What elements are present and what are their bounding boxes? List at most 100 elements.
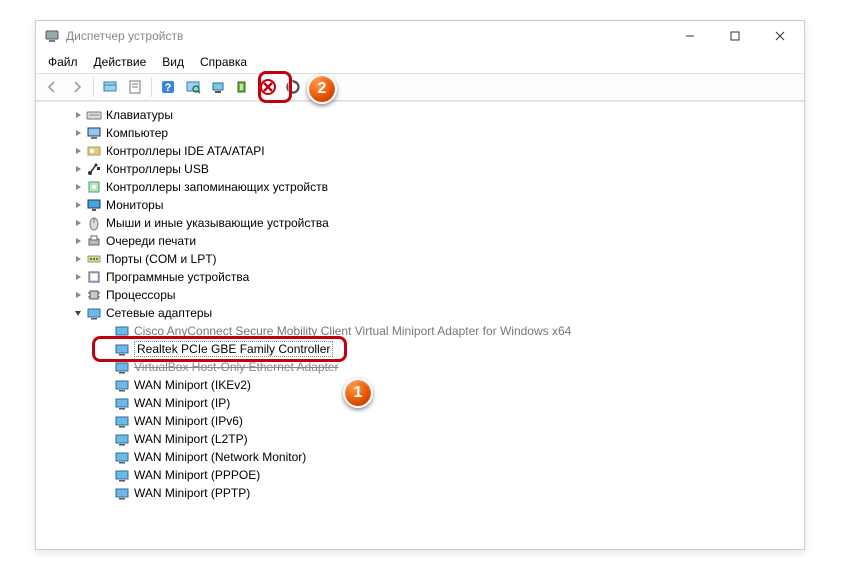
menu-file[interactable]: Файл (40, 53, 86, 71)
mouse-icon (86, 215, 102, 231)
category-label: Процессоры (106, 288, 176, 302)
device-label: VirtualBox Host-Only Ethernet Adapter (134, 360, 339, 374)
cpu-icon (86, 287, 102, 303)
device-row[interactable]: Realtek PCIe GBE Family Controller (36, 340, 804, 358)
category-row[interactable]: Программные устройства (36, 268, 804, 286)
category-row[interactable]: Компьютер (36, 124, 804, 142)
device-label: Cisco AnyConnect Secure Mobility Client … (134, 324, 571, 338)
uninstall-device-button[interactable] (231, 75, 255, 99)
device-label: WAN Miniport (IP) (134, 396, 230, 410)
network-adapter-icon (114, 395, 130, 411)
category-label: Контроллеры USB (106, 162, 209, 176)
category-label: Мыши и иные указывающие устройства (106, 216, 329, 230)
category-row[interactable]: Клавиатуры (36, 106, 804, 124)
help-button[interactable]: ? (156, 75, 180, 99)
toolbar-separator (151, 77, 152, 97)
printer-icon (86, 233, 102, 249)
computer-icon (86, 125, 102, 141)
forward-button[interactable] (65, 75, 89, 99)
network-adapter-icon (114, 485, 130, 501)
device-row[interactable]: WAN Miniport (L2TP) (36, 430, 804, 448)
category-row[interactable]: Сетевые адаптеры (36, 304, 804, 322)
port-icon (86, 251, 102, 267)
content-area: Клавиатуры Компьютер Контроллеры IDE ATA… (36, 101, 804, 549)
network-adapter-icon (114, 467, 130, 483)
toolbar: ? (36, 73, 804, 101)
expand-arrow-icon[interactable] (72, 289, 84, 301)
category-row[interactable]: Контроллеры IDE ATA/ATAPI (36, 142, 804, 160)
expand-arrow-icon[interactable] (72, 109, 84, 121)
enable-device-button[interactable] (281, 75, 305, 99)
device-row[interactable]: WAN Miniport (PPPOE) (36, 466, 804, 484)
category-row[interactable]: Контроллеры запоминающих устройств (36, 178, 804, 196)
device-label: WAN Miniport (L2TP) (134, 432, 248, 446)
device-label: WAN Miniport (IPv6) (134, 414, 243, 428)
category-row[interactable]: Мониторы (36, 196, 804, 214)
network-adapter-icon (114, 449, 130, 465)
category-row[interactable]: Процессоры (36, 286, 804, 304)
minimize-button[interactable] (667, 22, 712, 50)
device-label: WAN Miniport (PPPOE) (134, 468, 260, 482)
network-adapter-icon (114, 323, 130, 339)
category-label: Сетевые адаптеры (106, 306, 212, 320)
expand-arrow-icon[interactable] (72, 163, 84, 175)
device-row[interactable]: Cisco AnyConnect Secure Mobility Client … (36, 322, 804, 340)
category-label: Программные устройства (106, 270, 249, 284)
expand-arrow-icon[interactable] (72, 127, 84, 139)
expand-arrow-icon[interactable] (72, 307, 84, 319)
device-row[interactable]: WAN Miniport (IPv6) (36, 412, 804, 430)
keyboard-icon (86, 107, 102, 123)
menu-help[interactable]: Справка (192, 53, 255, 71)
close-button[interactable] (757, 22, 802, 50)
ide-icon (86, 143, 102, 159)
category-row[interactable]: Мыши и иные указывающие устройства (36, 214, 804, 232)
update-driver-button[interactable] (206, 75, 230, 99)
category-row[interactable]: Порты (COM и LPT) (36, 250, 804, 268)
monitor-icon (86, 197, 102, 213)
properties-button[interactable] (123, 75, 147, 99)
window-title: Диспетчер устройств (66, 29, 667, 43)
network-icon (86, 305, 102, 321)
network-adapter-icon (114, 377, 130, 393)
menubar: Файл Действие Вид Справка (36, 51, 804, 73)
device-row[interactable]: WAN Miniport (IP) (36, 394, 804, 412)
expand-arrow-icon[interactable] (72, 271, 84, 283)
expand-arrow-icon[interactable] (72, 235, 84, 247)
show-hidden-button[interactable] (98, 75, 122, 99)
menu-view[interactable]: Вид (154, 53, 192, 71)
scan-hardware-button[interactable] (181, 75, 205, 99)
device-label: Realtek PCIe GBE Family Controller (137, 342, 330, 356)
expand-arrow-icon[interactable] (72, 181, 84, 193)
device-tree[interactable]: Клавиатуры Компьютер Контроллеры IDE ATA… (36, 102, 804, 549)
svg-text:?: ? (165, 82, 172, 94)
device-row[interactable]: WAN Miniport (Network Monitor) (36, 448, 804, 466)
device-label: WAN Miniport (Network Monitor) (134, 450, 306, 464)
titlebar: Диспетчер устройств (36, 21, 804, 51)
device-row[interactable]: VirtualBox Host-Only Ethernet Adapter (36, 358, 804, 376)
category-label: Контроллеры IDE ATA/ATAPI (106, 144, 265, 158)
back-button[interactable] (40, 75, 64, 99)
category-label: Контроллеры запоминающих устройств (106, 180, 328, 194)
expand-arrow-icon[interactable] (72, 199, 84, 211)
category-row[interactable]: Контроллеры USB (36, 160, 804, 178)
category-label: Клавиатуры (106, 108, 173, 122)
menu-action[interactable]: Действие (86, 53, 155, 71)
expand-arrow-icon[interactable] (72, 145, 84, 157)
device-row[interactable]: WAN Miniport (IKEv2) (36, 376, 804, 394)
category-label: Мониторы (106, 198, 163, 212)
software-icon (86, 269, 102, 285)
network-adapter-icon (114, 341, 130, 357)
maximize-button[interactable] (712, 22, 757, 50)
expand-arrow-icon[interactable] (72, 253, 84, 265)
usb-icon (86, 161, 102, 177)
category-label: Порты (COM и LPT) (106, 252, 217, 266)
expand-arrow-icon[interactable] (72, 217, 84, 229)
category-row[interactable]: Очереди печати (36, 232, 804, 250)
network-adapter-icon (114, 431, 130, 447)
category-label: Компьютер (106, 126, 168, 140)
app-icon (44, 28, 60, 44)
disable-device-button[interactable] (256, 75, 280, 99)
device-row[interactable]: WAN Miniport (PPTP) (36, 484, 804, 502)
category-label: Очереди печати (106, 234, 196, 248)
window-controls (667, 22, 802, 50)
